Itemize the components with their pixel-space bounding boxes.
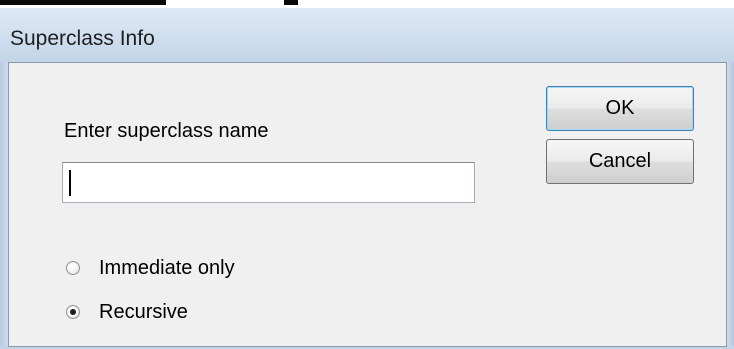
top-strip: [0, 0, 734, 8]
ok-button[interactable]: OK: [546, 86, 694, 131]
radio-selected-dot: [70, 309, 76, 315]
window-frame-right: [727, 62, 734, 349]
dialog-window: Superclass Info Enter superclass name OK…: [0, 0, 734, 349]
radio-recursive[interactable]: Recursive: [66, 298, 188, 326]
top-decoration: [0, 0, 166, 5]
superclass-name-input[interactable]: [62, 162, 475, 203]
cancel-button[interactable]: Cancel: [546, 139, 694, 184]
radio-immediate-only[interactable]: Immediate only: [66, 254, 235, 282]
text-caret: [69, 170, 71, 196]
top-decoration-small: [284, 0, 298, 5]
radio-unselected-icon[interactable]: [66, 261, 80, 275]
superclass-name-label: Enter superclass name: [64, 120, 269, 142]
window-frame-left: [0, 62, 8, 349]
window-title: Superclass Info: [10, 27, 155, 50]
radio-recursive-label: Recursive: [99, 300, 188, 323]
radio-selected-icon[interactable]: [66, 305, 80, 319]
title-bar[interactable]: Superclass Info: [0, 8, 734, 62]
radio-immediate-only-label: Immediate only: [99, 256, 235, 279]
